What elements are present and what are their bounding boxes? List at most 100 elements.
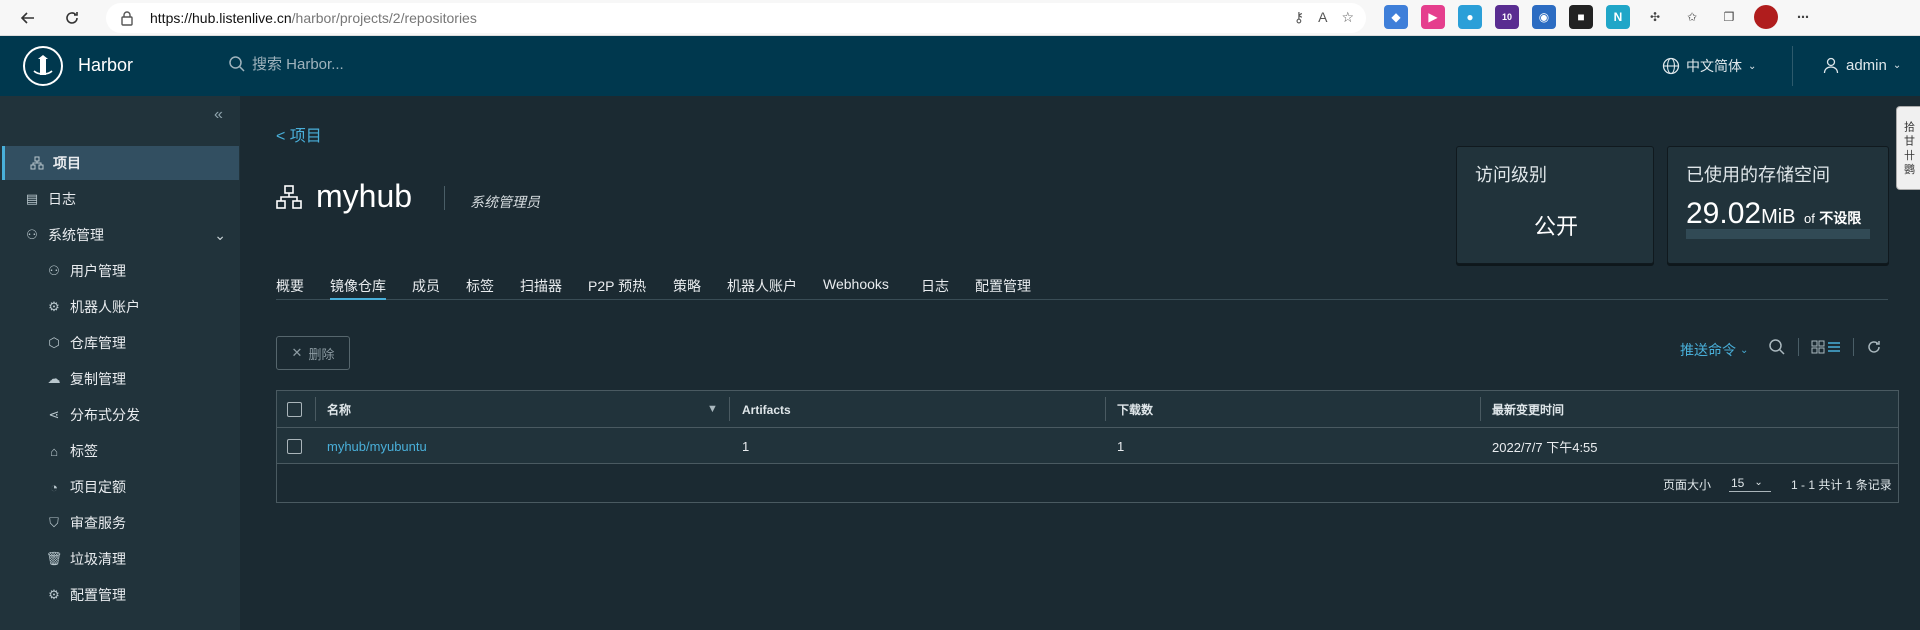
tab-scanner[interactable]: 扫描器 bbox=[520, 276, 562, 300]
tab-logs[interactable]: 日志 bbox=[921, 276, 949, 300]
select-all-cell bbox=[287, 391, 302, 428]
collections-icon[interactable]: ❐ bbox=[1717, 5, 1741, 29]
read-aloud-icon[interactable]: A bbox=[1318, 9, 1327, 26]
page-size-label: 页面大小 bbox=[1663, 478, 1712, 492]
column-header-downloads[interactable]: 下载数 bbox=[1117, 391, 1153, 428]
favorite-icon[interactable]: ☆ bbox=[1341, 9, 1354, 26]
shield-icon: ⛉ bbox=[49, 515, 59, 530]
filter-icon[interactable]: ▼ bbox=[707, 403, 718, 415]
collapse-sidebar-icon[interactable]: « bbox=[214, 106, 223, 124]
list-view-icon[interactable] bbox=[1827, 340, 1841, 354]
extension-icon[interactable]: ◆ bbox=[1384, 5, 1408, 29]
card-view-icon[interactable] bbox=[1811, 340, 1825, 354]
language-selector[interactable]: 中文简体 ⌄ bbox=[1662, 56, 1756, 76]
title-divider bbox=[444, 186, 445, 210]
key-icon[interactable]: ⚷ bbox=[1294, 9, 1304, 26]
column-divider bbox=[1105, 397, 1106, 421]
search-input[interactable]: 搜索 Harbor... bbox=[252, 53, 344, 74]
user-icon bbox=[1823, 57, 1839, 74]
storage-progress-bar bbox=[1686, 229, 1870, 239]
repository-name-link[interactable]: myhub/myubuntu bbox=[327, 428, 427, 464]
sidebar-item-label: 项目定额 bbox=[70, 479, 126, 495]
harbor-logo[interactable] bbox=[23, 46, 63, 86]
sidebar: « 项目 ▤ 日志 ⚇ 系统管理 ⌄ ⚇ 用户管理 ⚙ 机器人账户 ⬡ 仓库管理… bbox=[0, 96, 240, 630]
sidebar-item-robot-accounts[interactable]: ⚙ 机器人账户 bbox=[0, 290, 240, 324]
sidebar-item-interrogation[interactable]: ⛉ 审查服务 bbox=[0, 506, 240, 540]
extension-icon[interactable]: 10 bbox=[1495, 5, 1519, 29]
global-search[interactable]: 搜索 Harbor... bbox=[228, 53, 344, 74]
project-name: myhub bbox=[316, 178, 413, 214]
sidebar-item-labels[interactable]: ⌂ 标签 bbox=[0, 434, 240, 468]
brand-name[interactable]: Harbor bbox=[78, 55, 133, 76]
sidebar-item-administration[interactable]: ⚇ 系统管理 ⌄ bbox=[0, 218, 240, 252]
more-icon[interactable]: ⋯ bbox=[1791, 5, 1815, 29]
extension-icon[interactable]: ● bbox=[1458, 5, 1482, 29]
search-icon[interactable] bbox=[1768, 338, 1786, 356]
project-tabs: 概要 镜像仓库 成员 标签 扫描器 P2P 预热 策略 机器人账户 Webhoo… bbox=[276, 276, 1888, 300]
address-bar[interactable]: https://hub.listenlive.cn/harbor/project… bbox=[106, 3, 1366, 33]
tab-configuration[interactable]: 配置管理 bbox=[975, 276, 1031, 300]
robot-icon: ⚙ bbox=[48, 299, 60, 314]
delete-button[interactable]: ✕ 删除 bbox=[276, 336, 350, 370]
tab-summary[interactable]: 概要 bbox=[276, 276, 304, 300]
sidebar-item-label: 系统管理 bbox=[48, 227, 104, 243]
gear-icon: ⚙ bbox=[48, 587, 60, 602]
reload-icon[interactable] bbox=[54, 0, 90, 36]
extension-icon[interactable]: ◉ bbox=[1532, 5, 1556, 29]
user-menu[interactable]: admin ⌄ bbox=[1822, 56, 1901, 74]
tag-icon: ⌂ bbox=[50, 443, 58, 459]
column-header-name[interactable]: 名称 bbox=[327, 391, 351, 428]
tab-labels[interactable]: 标签 bbox=[466, 276, 494, 300]
push-command-dropdown[interactable]: 推送命令 ⌄ bbox=[1680, 340, 1748, 360]
sidebar-item-label: 用户管理 bbox=[70, 263, 126, 279]
column-divider bbox=[315, 397, 316, 421]
url-host: https://hub.listenlive.cn bbox=[150, 10, 292, 26]
tab-webhooks[interactable]: Webhooks bbox=[823, 276, 889, 300]
tab-p2p-preheat[interactable]: P2P 预热 bbox=[588, 276, 646, 300]
tab-repositories[interactable]: 镜像仓库 bbox=[330, 276, 386, 300]
app-header: Harbor 搜索 Harbor... 中文简体 ⌄ admin ⌄ bbox=[0, 36, 1920, 96]
profile-avatar[interactable] bbox=[1754, 5, 1778, 29]
column-header-updated[interactable]: 最新变更时间 bbox=[1492, 391, 1564, 428]
page-size-select[interactable]: 15 ⌄ bbox=[1729, 474, 1771, 492]
back-icon[interactable] bbox=[10, 0, 46, 36]
table-header: 名称 ▼ Artifacts 下载数 最新变更时间 bbox=[277, 391, 1898, 428]
storage-amount: 29.02 bbox=[1686, 197, 1762, 230]
sidebar-item-projects[interactable]: 项目 bbox=[2, 146, 239, 180]
page-size-value: 15 bbox=[1731, 475, 1745, 490]
chevron-down-icon: ⌄ bbox=[1748, 60, 1757, 72]
sidebar-item-configuration[interactable]: ⚙ 配置管理 bbox=[0, 578, 240, 612]
sidebar-item-quotas[interactable]: ◔ 项目定额 bbox=[0, 470, 240, 504]
column-header-artifacts[interactable]: Artifacts bbox=[742, 391, 791, 428]
storage-value: 29.02MiB of 不设限 bbox=[1686, 197, 1861, 231]
tab-robot-accounts[interactable]: 机器人账户 bbox=[727, 276, 797, 300]
sidebar-item-logs[interactable]: ▤ 日志 bbox=[0, 182, 240, 216]
sidebar-item-label: 配置管理 bbox=[70, 587, 126, 603]
favorites-icon[interactable]: ✩ bbox=[1680, 5, 1704, 29]
sidebar-item-garbage-collection[interactable]: 🗑 垃圾清理 bbox=[0, 542, 240, 576]
delete-label: 删除 bbox=[308, 346, 335, 362]
extension-icon[interactable]: N bbox=[1606, 5, 1630, 29]
puzzle-icon[interactable]: ✣ bbox=[1643, 5, 1667, 29]
sidebar-item-replications[interactable]: ☁ 复制管理 bbox=[0, 362, 240, 396]
push-command-label: 推送命令 bbox=[1680, 342, 1736, 358]
tab-policy[interactable]: 策略 bbox=[673, 276, 701, 300]
extension-icon[interactable]: ▶ bbox=[1421, 5, 1445, 29]
sidebar-item-registries[interactable]: ⬡ 仓库管理 bbox=[0, 326, 240, 360]
row-checkbox[interactable] bbox=[287, 438, 302, 454]
breadcrumb[interactable]: < 项目 bbox=[276, 122, 322, 146]
sidebar-item-label: 垃圾清理 bbox=[70, 551, 126, 567]
user-name: admin bbox=[1846, 56, 1887, 74]
select-all-checkbox[interactable] bbox=[287, 402, 302, 417]
sidebar-item-distributions[interactable]: ⋖ 分布式分发 bbox=[0, 398, 240, 432]
sidebar-item-users[interactable]: ⚇ 用户管理 bbox=[0, 254, 240, 288]
downloads-count: 1 bbox=[1117, 438, 1125, 454]
users-icon: ⚇ bbox=[48, 263, 60, 278]
table-row[interactable]: myhub/myubuntu 1 1 2022/7/7 下午4:55 bbox=[277, 428, 1898, 464]
extension-icon[interactable]: ■ bbox=[1569, 5, 1593, 29]
url-path: /harbor/projects/2/repositories bbox=[291, 10, 477, 26]
side-widget-tab[interactable]: 拾 甘 卄 鹦 bbox=[1896, 106, 1920, 190]
repositories-table: 名称 ▼ Artifacts 下载数 最新变更时间 myhub/myubuntu… bbox=[276, 390, 1899, 503]
refresh-icon[interactable] bbox=[1866, 339, 1882, 355]
tab-members[interactable]: 成员 bbox=[412, 276, 440, 300]
